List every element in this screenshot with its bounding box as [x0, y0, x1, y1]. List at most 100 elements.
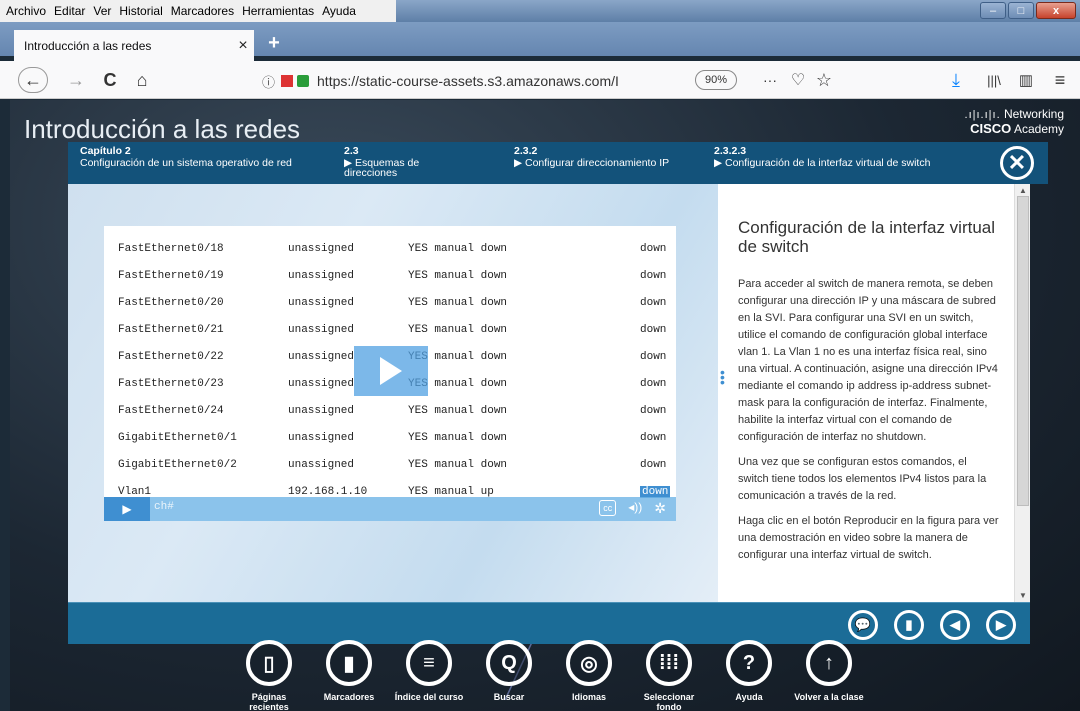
article-paragraph-3: Haga clic en el botón Reproducir en la f…	[738, 515, 999, 561]
dock-languages[interactable]: ◎ Idiomas	[554, 640, 624, 702]
terminal-protocol: down	[640, 351, 667, 363]
dock-recent-pages[interactable]: ▯ Páginas recientes	[234, 640, 304, 711]
forward-button[interactable]: →	[64, 67, 88, 93]
info-icon[interactable]: ⓘ	[262, 72, 275, 91]
terminal-interface: FastEthernet0/22	[118, 351, 224, 363]
breadcrumb-section-label: Esquemas de direcciones	[344, 157, 420, 179]
article-paragraph-2: Una vez que se configuran estos comandos…	[738, 456, 987, 502]
maximize-button[interactable]: □	[1008, 2, 1034, 19]
breadcrumb-chapter-label: Configuración de un sistema operativo de…	[80, 157, 292, 169]
bookmark-star-icon[interactable]: ☆	[812, 67, 836, 93]
menu-ayuda[interactable]: Ayuda	[322, 4, 356, 18]
video-tools: cc ◂)) ✲	[599, 500, 666, 516]
bookmark-icon[interactable]: ▮	[894, 610, 924, 640]
article-scrollbar[interactable]: ▲ ▼	[1014, 184, 1030, 602]
terminal-protocol: down	[640, 432, 667, 444]
breadcrumb-chapter[interactable]: Capítulo 2 Configuración de un sistema o…	[80, 145, 310, 169]
terminal-interface: GigabitEthernet0/2	[118, 459, 237, 471]
video-controls: ▶ ch# cc ◂)) ✲	[104, 497, 676, 521]
next-page-icon[interactable]: ▶	[986, 610, 1016, 640]
hamburger-menu-icon[interactable]: ≡	[1048, 67, 1072, 93]
breadcrumb-topic[interactable]: 2.3.2 ▶ Configurar direccionamiento IP	[514, 145, 684, 169]
dock-course-index[interactable]: ≡ Índice del curso	[394, 640, 464, 702]
terminal-status: YES manual down	[408, 324, 508, 336]
url-bar[interactable]: ⓘ https://static-course-assets.s3.amazon…	[262, 67, 787, 95]
menu-archivo[interactable]: Archivo	[6, 4, 46, 18]
terminal-interface: FastEthernet0/21	[118, 324, 224, 336]
terminal-interface: FastEthernet0/18	[118, 243, 224, 255]
volume-icon[interactable]: ◂))	[628, 500, 642, 516]
terminal-interface: FastEthernet0/24	[118, 405, 224, 417]
course-title: Introducción a las redes	[24, 114, 301, 144]
breadcrumb-page[interactable]: 2.3.2.3 ▶ Configuración de la interfaz v…	[714, 146, 934, 169]
terminal-protocol: down	[640, 378, 667, 390]
back-button[interactable]: ←	[18, 67, 48, 93]
close-icon[interactable]: ✕	[1000, 146, 1034, 180]
terminal-row: GigabitEthernet0/1 unassigned YES manual d…	[118, 432, 676, 448]
terminal-row: FastEthernet0/20 unassigned YES manual dow…	[118, 297, 676, 313]
brand-networking: Networking	[1003, 107, 1064, 121]
terminal-ip: unassigned	[288, 459, 355, 471]
home-button[interactable]: ⌂	[130, 67, 154, 93]
dock-search[interactable]: Q Buscar	[474, 640, 544, 702]
new-tab-button[interactable]: +	[262, 30, 286, 56]
dock-select-background[interactable]: ⁞⁞⁞ Seleccionar fondo	[634, 640, 704, 711]
page-actions-icon[interactable]: ···	[758, 67, 782, 93]
terminal-protocol: down	[640, 243, 667, 255]
back-to-class-icon: ↑	[806, 640, 852, 686]
help-icon: ?	[726, 640, 772, 686]
menu-historial[interactable]: Historial	[119, 4, 162, 18]
minimize-button[interactable]: ‒	[980, 2, 1006, 19]
resize-handle-icon[interactable]: • • •	[720, 365, 725, 389]
breadcrumb-section[interactable]: 2.3 ▶ Esquemas de direcciones	[344, 145, 454, 179]
breadcrumb-section-num: 2.3	[344, 145, 359, 157]
lock-icon	[297, 75, 310, 87]
select-background-icon: ⁞⁞⁞	[646, 640, 692, 686]
video-play-button[interactable]: ▶	[104, 497, 150, 521]
tab-title: Introducción a las redes	[24, 38, 152, 53]
scroll-down-icon[interactable]: ▼	[1015, 591, 1030, 600]
menu-editar[interactable]: Editar	[54, 4, 85, 18]
dock-back-to-class[interactable]: ↑ Volver a la clase	[794, 640, 864, 702]
terminal-protocol: down	[640, 297, 667, 309]
breadcrumb-chapter-num: Capítulo 2	[80, 145, 131, 157]
library-icon[interactable]: |||\	[980, 67, 1008, 93]
play-button[interactable]	[354, 346, 428, 396]
download-icon[interactable]: ⤓	[944, 67, 968, 93]
menu-ver[interactable]: Ver	[93, 4, 111, 18]
captions-icon[interactable]: cc	[599, 500, 617, 516]
dock-help[interactable]: ? Ayuda	[714, 640, 784, 702]
url-text[interactable]: https://static-course-assets.s3.amazonaw…	[317, 73, 672, 89]
video-player[interactable]: FastEthernet0/18 unassigned YES manual dow…	[104, 226, 676, 521]
browser-tab[interactable]: Introducción a las redes ×	[14, 30, 254, 61]
terminal-prompt: ch#	[154, 501, 174, 513]
terminal-ip: unassigned	[288, 324, 355, 336]
zoom-indicator[interactable]: 90%	[695, 70, 737, 90]
close-window-button[interactable]: x	[1036, 2, 1076, 19]
brand-cisco: CISCO	[970, 121, 1012, 136]
terminal-status: YES manual down	[408, 405, 508, 417]
chat-icon[interactable]: 💬	[848, 610, 878, 640]
reload-button[interactable]: C	[98, 67, 122, 93]
settings-icon[interactable]: ✲	[654, 500, 666, 516]
menu-marcadores[interactable]: Marcadores	[171, 4, 234, 18]
languages-icon: ◎	[566, 640, 612, 686]
scroll-up-icon[interactable]: ▲	[1015, 186, 1030, 195]
play-icon	[380, 357, 402, 385]
close-tab-icon[interactable]: ×	[232, 37, 254, 55]
terminal-row: FastEthernet0/21 unassigned YES manual dow…	[118, 324, 676, 340]
terminal-ip: unassigned	[288, 243, 355, 255]
pocket-icon[interactable]: ♡	[786, 67, 810, 93]
dock-bookmarks[interactable]: ▮ Marcadores	[314, 640, 384, 702]
blocked-content-icon[interactable]	[281, 75, 294, 87]
terminal-interface: FastEthernet0/19	[118, 270, 224, 282]
menu-herramientas[interactable]: Herramientas	[242, 4, 314, 18]
sidebar-icon[interactable]: ▥	[1014, 67, 1038, 93]
course-index-icon: ≡	[406, 640, 452, 686]
breadcrumb-page-label: Configuración de la interfaz virtual de …	[725, 157, 931, 169]
terminal-row: GigabitEthernet0/2 unassigned YES manual d…	[118, 459, 676, 475]
scroll-thumb[interactable]	[1017, 196, 1029, 506]
previous-page-icon[interactable]: ◀	[940, 610, 970, 640]
breadcrumb-topic-num: 2.3.2	[514, 145, 538, 157]
window-controls: ‒ □ x	[980, 2, 1076, 19]
